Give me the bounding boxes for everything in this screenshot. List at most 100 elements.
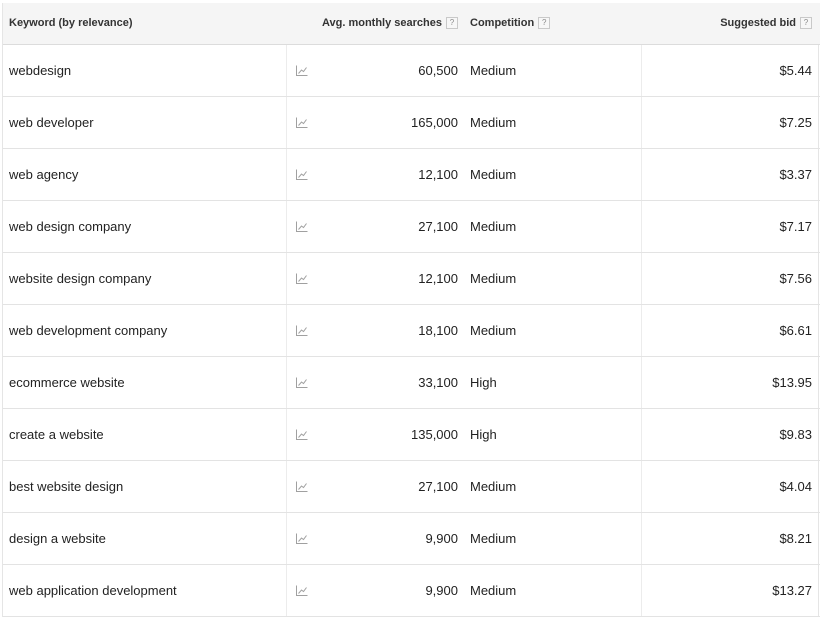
trend-chart-icon[interactable] — [295, 481, 308, 493]
table-row: web design company 27,100 Medium $7.17 — [3, 200, 820, 253]
keyword-cell[interactable]: ecommerce website — [3, 356, 286, 409]
column-header-competition-label: Competition — [470, 17, 535, 30]
competition-value: Medium — [470, 114, 517, 130]
keyword-cell[interactable]: web agency — [3, 148, 286, 201]
searches-value: 12,100 — [418, 270, 458, 286]
keyword-cell[interactable]: web development company — [3, 304, 286, 357]
table-row: website design company 12,100 Medium $7.… — [3, 252, 820, 305]
trend-cell[interactable] — [285, 460, 316, 513]
table-row: ecommerce website 33,100 High $13.95 — [3, 356, 820, 409]
trend-chart-icon[interactable] — [295, 325, 308, 337]
trend-chart-icon[interactable] — [295, 377, 308, 389]
keyword-cell[interactable]: create a website — [3, 408, 286, 461]
trend-cell[interactable] — [285, 408, 316, 461]
bid-value: $7.17 — [779, 218, 812, 234]
keyword-text: web application development — [9, 582, 177, 598]
bid-cell: $9.83 — [641, 408, 820, 461]
table-body: webdesign 60,500 Medium $5.44 web develo… — [3, 44, 820, 617]
searches-cell: 135,000 — [316, 408, 464, 461]
searches-value: 33,100 — [418, 374, 458, 390]
competition-cell: Medium — [464, 564, 642, 617]
bid-value: $13.27 — [772, 582, 812, 598]
table-row: web agency 12,100 Medium $3.37 — [3, 148, 820, 201]
trend-cell[interactable] — [285, 304, 316, 357]
trend-cell[interactable] — [285, 564, 316, 617]
table-row: web application development 9,900 Medium… — [3, 564, 820, 617]
competition-value: Medium — [470, 530, 517, 546]
trend-cell[interactable] — [285, 148, 316, 201]
competition-value: Medium — [470, 62, 517, 78]
keyword-text: web design company — [9, 218, 132, 234]
keyword-text: best website design — [9, 478, 124, 494]
trend-chart-icon[interactable] — [295, 429, 308, 441]
trend-chart-icon[interactable] — [295, 585, 308, 597]
searches-cell: 12,100 — [316, 252, 464, 305]
column-header-bid[interactable]: Suggested bid? — [641, 3, 820, 45]
trend-chart-icon[interactable] — [295, 65, 308, 77]
trend-cell[interactable] — [285, 512, 316, 565]
competition-value: Medium — [470, 270, 517, 286]
bid-value: $7.25 — [779, 114, 812, 130]
keyword-cell[interactable]: web developer — [3, 96, 286, 149]
trend-cell[interactable] — [285, 252, 316, 305]
trend-cell[interactable] — [285, 356, 316, 409]
competition-value: Medium — [470, 478, 517, 494]
trend-cell[interactable] — [285, 44, 316, 97]
keyword-text: ecommerce website — [9, 374, 125, 390]
keyword-text: web agency — [9, 166, 79, 182]
keyword-cell[interactable]: webdesign — [3, 44, 286, 97]
keyword-cell[interactable]: design a website — [3, 512, 286, 565]
bid-value: $5.44 — [779, 62, 812, 78]
competition-value: Medium — [470, 582, 517, 598]
keyword-text: design a website — [9, 530, 106, 546]
column-header-searches[interactable]: Avg. monthly searches? — [286, 3, 464, 45]
competition-cell: Medium — [464, 148, 642, 201]
table-header-row: Keyword (by relevance) Avg. monthly sear… — [3, 3, 820, 45]
column-header-searches-label: Avg. monthly searches — [321, 17, 442, 30]
bid-cell: $3.37 — [641, 148, 820, 201]
competition-value: High — [470, 374, 497, 390]
searches-cell: 27,100 — [316, 200, 464, 253]
bid-cell: $6.61 — [641, 304, 820, 357]
trend-chart-icon[interactable] — [295, 221, 308, 233]
table-row: webdesign 60,500 Medium $5.44 — [3, 44, 820, 97]
searches-value: 12,100 — [418, 166, 458, 182]
searches-value: 165,000 — [411, 114, 458, 130]
keyword-cell[interactable]: web application development — [3, 564, 286, 617]
trend-cell[interactable] — [285, 96, 316, 149]
searches-cell: 9,900 — [316, 512, 464, 565]
competition-cell: Medium — [464, 96, 642, 149]
bid-value: $9.83 — [779, 426, 812, 442]
bid-value: $6.61 — [779, 322, 812, 338]
help-icon[interactable]: ? — [538, 17, 551, 30]
help-icon[interactable]: ? — [446, 17, 458, 30]
trend-chart-icon[interactable] — [295, 169, 308, 181]
bid-value: $8.21 — [779, 530, 812, 546]
keyword-text: website design company — [9, 270, 152, 286]
competition-cell: Medium — [464, 200, 642, 253]
keyword-ideas-table: Keyword (by relevance) Avg. monthly sear… — [3, 3, 820, 617]
trend-chart-icon[interactable] — [295, 533, 308, 545]
help-icon[interactable]: ? — [800, 17, 812, 30]
column-header-keyword[interactable]: Keyword (by relevance) — [3, 3, 286, 45]
trend-chart-icon[interactable] — [295, 117, 308, 129]
keyword-cell[interactable]: web design company — [3, 200, 286, 253]
keyword-cell[interactable]: best website design — [3, 460, 286, 513]
searches-cell: 18,100 — [316, 304, 464, 357]
searches-cell: 33,100 — [316, 356, 464, 409]
competition-cell: Medium — [464, 252, 642, 305]
competition-cell: High — [464, 356, 642, 409]
keyword-cell[interactable]: website design company — [3, 252, 286, 305]
trend-cell[interactable] — [285, 200, 316, 253]
searches-value: 27,100 — [418, 478, 458, 494]
bid-value: $3.37 — [779, 166, 812, 182]
searches-value: 9,900 — [425, 582, 458, 598]
competition-value: Medium — [470, 218, 517, 234]
column-header-competition[interactable]: Competition? — [464, 3, 641, 45]
table-row: create a website 135,000 High $9.83 — [3, 408, 820, 461]
competition-cell: High — [464, 408, 642, 461]
trend-chart-icon[interactable] — [295, 273, 308, 285]
bid-cell: $13.95 — [641, 356, 820, 409]
table-row: web developer 165,000 Medium $7.25 — [3, 96, 820, 149]
searches-value: 18,100 — [418, 322, 458, 338]
